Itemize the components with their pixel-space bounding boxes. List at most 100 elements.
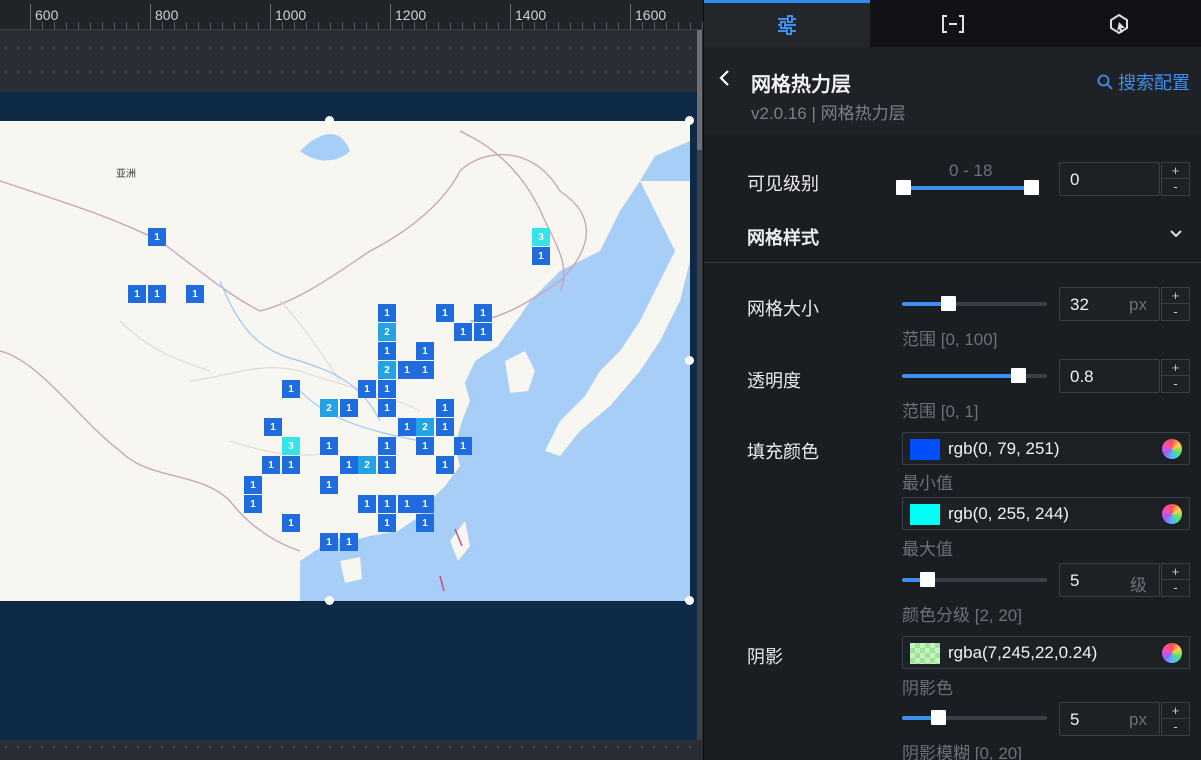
heat-grid-cell: 1 xyxy=(436,304,454,322)
grid-heatmap-widget[interactable]: 亚洲 1311111112111121111121111121311111112… xyxy=(0,121,690,601)
heat-grid-cell: 1 xyxy=(416,342,434,360)
increment-button[interactable]: + xyxy=(1162,360,1189,376)
ruler-minor-tick xyxy=(690,22,691,30)
resize-handle-top[interactable] xyxy=(325,116,334,125)
ruler-tick-label: 1000 xyxy=(275,7,307,23)
heat-grid-cell: 1 xyxy=(282,514,300,532)
panel-header: 网格热力层 v2.0.16 | 网格热力层 搜索配置 xyxy=(704,47,1201,135)
shadow-blur-stepper[interactable]: + - xyxy=(1161,702,1190,736)
decrement-button[interactable]: - xyxy=(1162,376,1189,392)
slider-handle[interactable] xyxy=(941,296,956,311)
heat-grid-cell: 1 xyxy=(244,495,262,513)
visible-level-range-slider[interactable] xyxy=(896,180,1039,195)
heat-grid-cell: 1 xyxy=(474,304,492,322)
color-levels-slider[interactable] xyxy=(902,572,1047,587)
ruler-major-tick xyxy=(270,4,271,30)
grid-size-input[interactable]: 32 px xyxy=(1059,287,1160,321)
ruler-tick-label: 1600 xyxy=(635,7,667,23)
bracket-icon xyxy=(942,14,964,33)
back-arrow-icon[interactable] xyxy=(716,69,734,87)
search-config-button[interactable]: 搜索配置 xyxy=(1097,69,1190,95)
tab-data-config[interactable] xyxy=(870,0,1036,47)
heat-grid-cell: 1 xyxy=(378,380,396,398)
fill-max-color-picker[interactable]: rgb(0, 255, 244) xyxy=(902,497,1190,530)
heat-grid-cell: 1 xyxy=(378,437,396,455)
resize-handle-bottom[interactable] xyxy=(325,596,334,605)
increment-button[interactable]: + xyxy=(1162,703,1189,719)
ruler-minor-tick xyxy=(306,22,307,30)
fill-min-color-picker[interactable]: rgb(0, 79, 251) xyxy=(902,432,1190,465)
color-wheel-icon[interactable] xyxy=(1162,439,1182,459)
ruler-minor-tick xyxy=(378,22,379,30)
ruler-minor-tick xyxy=(462,22,463,30)
decrement-button[interactable]: - xyxy=(1162,179,1189,195)
color-swatch xyxy=(910,504,940,525)
chevron-down-icon[interactable] xyxy=(1170,230,1182,238)
color-levels-stepper[interactable]: + - xyxy=(1161,563,1190,597)
visible-level-range: 0 - 18 xyxy=(949,161,993,180)
canvas-scrollbar-thumb[interactable] xyxy=(697,30,702,150)
heat-grid-cell: 1 xyxy=(358,380,376,398)
resize-handle-top-right[interactable] xyxy=(685,116,694,125)
section-divider xyxy=(704,262,1201,263)
ruler-minor-tick xyxy=(594,22,595,30)
slider-handle[interactable] xyxy=(1011,368,1026,383)
grid-size-slider[interactable] xyxy=(902,296,1047,311)
visible-level-stepper[interactable]: + - xyxy=(1161,162,1190,196)
opacity-stepper[interactable]: + - xyxy=(1161,359,1190,393)
ruler-minor-tick xyxy=(114,22,115,30)
ruler-tick-label: 800 xyxy=(155,7,179,23)
heat-grid-cell: 1 xyxy=(320,476,338,494)
tab-interaction-config[interactable] xyxy=(1036,0,1201,47)
shadow-color-picker[interactable]: rgba(7,245,22,0.24) xyxy=(902,636,1190,669)
heat-grid-cell: 1 xyxy=(320,533,338,551)
increment-button[interactable]: + xyxy=(1162,288,1189,304)
resize-handle-right[interactable] xyxy=(685,356,694,365)
grid-style-section-header[interactable]: 网格样式 xyxy=(747,224,819,250)
visible-level-input[interactable]: 0 xyxy=(1059,162,1160,196)
color-levels-input[interactable]: 5级 xyxy=(1059,563,1160,597)
fill-max-color-value: rgb(0, 255, 244) xyxy=(948,504,1069,523)
ruler-minor-tick xyxy=(90,22,91,30)
heat-grid-cell: 2 xyxy=(416,418,434,436)
ruler-minor-tick xyxy=(366,22,367,30)
ruler-minor-tick xyxy=(546,22,547,30)
sliders-icon xyxy=(778,15,796,35)
slider-handle[interactable] xyxy=(920,572,935,587)
ruler-minor-tick xyxy=(414,22,415,30)
panel-subtitle: v2.0.16 | 网格热力层 xyxy=(751,104,906,123)
ruler-minor-tick xyxy=(570,22,571,30)
color-wheel-icon[interactable] xyxy=(1162,643,1182,663)
decrement-button[interactable]: - xyxy=(1162,580,1189,596)
shadow-blur-input[interactable]: 5 px xyxy=(1059,702,1160,736)
fill-max-label: 最大值 xyxy=(902,540,953,559)
heat-grid-cell: 2 xyxy=(378,323,396,341)
increment-button[interactable]: + xyxy=(1162,163,1189,179)
ruler-minor-tick xyxy=(666,22,667,30)
canvas-grid-strip xyxy=(0,70,700,74)
grid-size-stepper[interactable]: + - xyxy=(1161,287,1190,321)
opacity-slider[interactable] xyxy=(902,368,1047,383)
range-max-handle[interactable] xyxy=(1024,180,1039,195)
shadow-blur-slider[interactable] xyxy=(902,710,1047,725)
heat-grid-cell: 1 xyxy=(416,495,434,513)
heat-grid-cell: 1 xyxy=(416,437,434,455)
resize-handle-bottom-right[interactable] xyxy=(685,596,694,605)
slider-handle[interactable] xyxy=(931,710,946,725)
ruler-minor-tick xyxy=(678,22,679,30)
heat-grid-cell: 1 xyxy=(474,323,492,341)
canvas-grid-strip xyxy=(0,46,700,50)
range-min-handle[interactable] xyxy=(896,180,911,195)
decrement-button[interactable]: - xyxy=(1162,304,1189,320)
heat-grid-cell: 1 xyxy=(264,418,282,436)
heat-grid-cell: 1 xyxy=(398,361,416,379)
decrement-button[interactable]: - xyxy=(1162,719,1189,735)
tab-style-config[interactable] xyxy=(704,0,870,47)
increment-button[interactable]: + xyxy=(1162,564,1189,580)
ruler-minor-tick xyxy=(222,22,223,30)
editor-canvas[interactable]: 600 800 1000 1200 1400 1600 亚洲 13111111121111… xyxy=(0,0,703,760)
color-wheel-icon[interactable] xyxy=(1162,504,1182,524)
ruler-minor-tick xyxy=(78,22,79,30)
opacity-input[interactable]: 0.8 xyxy=(1059,359,1160,393)
ruler-minor-tick xyxy=(42,22,43,30)
